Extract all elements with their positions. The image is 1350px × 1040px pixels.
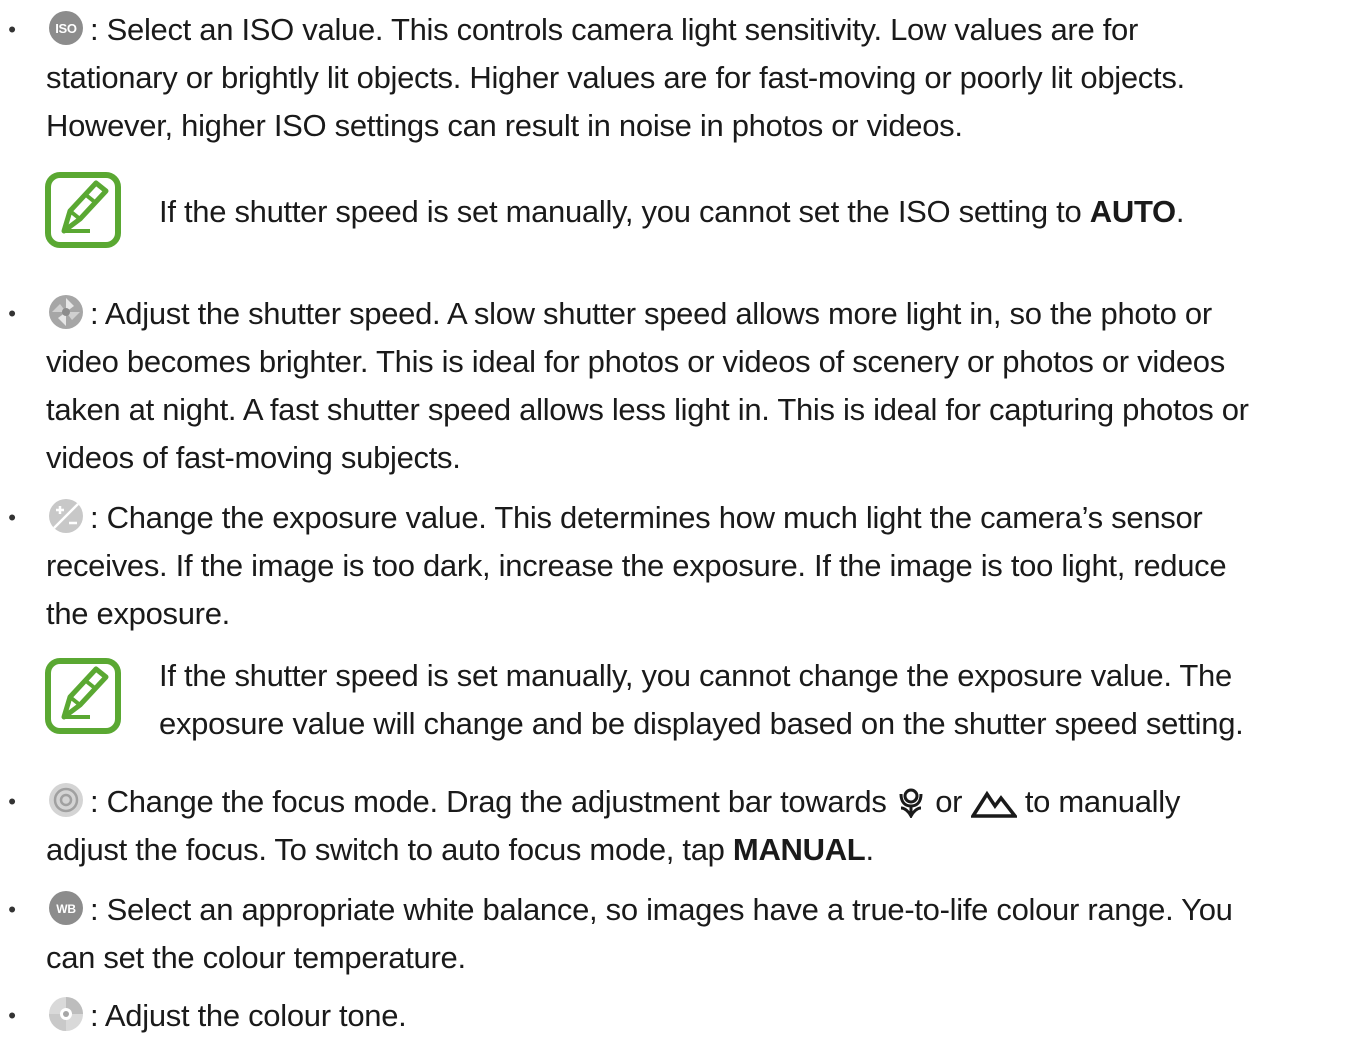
focus-line-2-end: .	[865, 832, 874, 867]
iso-line-3: However, higher ISO settings can result …	[46, 108, 963, 143]
svg-text:WB: WB	[56, 902, 76, 916]
manual-page: • ISO : Select an ISO value. This contro…	[0, 0, 1350, 1034]
shutter-line-1: : Adjust the shutter speed. A slow shutt…	[90, 296, 1212, 331]
wb-line-1: : Select an appropriate white balance, s…	[90, 892, 1233, 927]
wb-line-2: can set the colour temperature.	[46, 940, 466, 975]
colour-tone-icon	[46, 994, 86, 1034]
focus-line-2a: adjust the focus. To switch to auto focu…	[46, 832, 725, 867]
bullet: •	[8, 897, 16, 922]
iso-line-2: stationary or brightly lit objects. High…	[46, 60, 1185, 95]
shutter-icon	[46, 292, 86, 332]
focus-icon	[46, 780, 86, 820]
exposure-line-1: : Change the exposure value. This determ…	[90, 500, 1203, 535]
bullet: •	[8, 301, 16, 326]
svg-text:ISO: ISO	[55, 21, 77, 36]
note-1-bold: AUTO	[1089, 194, 1176, 229]
bullet: •	[8, 789, 16, 814]
colour-tone-line-1: : Adjust the colour tone.	[90, 998, 407, 1033]
focus-line-1b: or	[935, 784, 963, 819]
note-1-end: .	[1175, 194, 1185, 229]
macro-flower-icon	[895, 784, 927, 832]
note-icon	[44, 171, 122, 249]
mountain-icon	[969, 784, 1019, 832]
note-icon	[44, 657, 122, 735]
note-2-line-1: If the shutter speed is set manually, yo…	[159, 658, 1232, 693]
exposure-line-3: the exposure.	[46, 596, 230, 631]
note-2-line-2: exposure value will change and be displa…	[159, 706, 1244, 741]
exposure-icon	[46, 496, 86, 536]
shutter-line-4: videos of fast-moving subjects.	[46, 440, 461, 475]
white-balance-icon: WB	[46, 888, 86, 928]
bullet: •	[8, 1003, 16, 1028]
iso-line-1: : Select an ISO value. This controls cam…	[90, 12, 1138, 47]
shutter-line-3: taken at night. A fast shutter speed all…	[46, 392, 1249, 427]
manual-label: MANUAL	[732, 832, 866, 867]
focus-line-1a: : Change the focus mode. Drag the adjust…	[90, 784, 887, 819]
shutter-line-2: video becomes brighter. This is ideal fo…	[46, 344, 1225, 379]
note-1-text: If the shutter speed is set manually, yo…	[159, 194, 1082, 229]
bullet: •	[8, 505, 16, 530]
iso-icon: ISO	[46, 8, 86, 48]
focus-line-1c: to manually	[1024, 784, 1181, 819]
exposure-line-2: receives. If the image is too dark, incr…	[46, 548, 1227, 583]
bullet: •	[8, 17, 16, 42]
